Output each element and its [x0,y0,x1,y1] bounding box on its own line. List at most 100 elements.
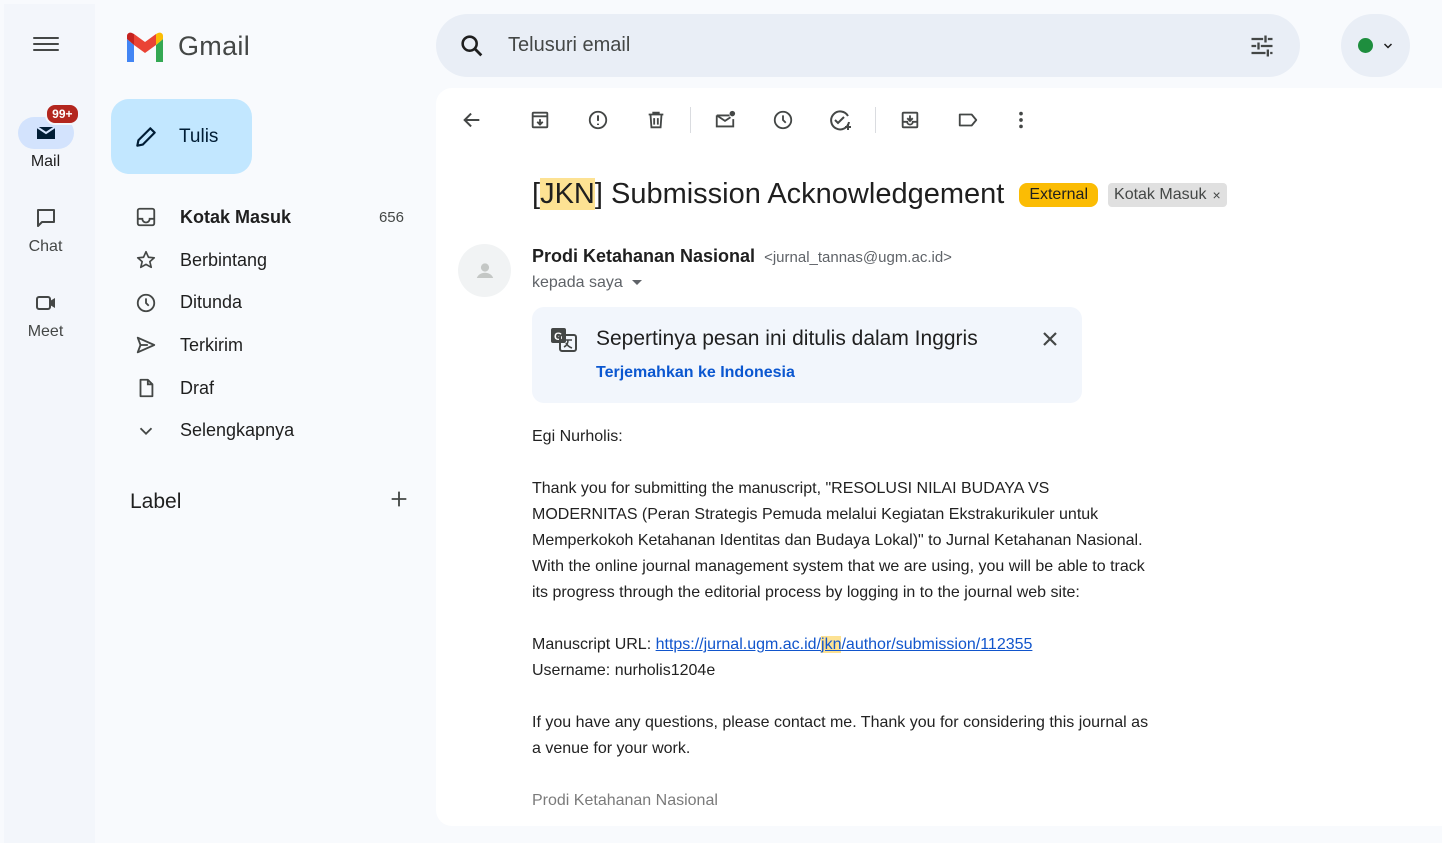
inbox-chip-label: Kotak Masuk [1114,185,1207,203]
snooze-button[interactable] [769,106,797,134]
translate-icon: G [551,328,577,352]
delete-button[interactable] [642,106,670,134]
search-icon[interactable] [458,32,486,60]
search-options-icon[interactable] [1248,32,1276,60]
nav-item-drafts[interactable]: Draf [111,367,421,410]
nav-item-snoozed[interactable]: Ditunda [111,281,421,324]
sender-email: <jurnal_tannas@ugm.ac.id> [764,249,952,266]
chevron-down-icon [134,419,158,443]
status-dot [1357,38,1373,53]
email-signature: Prodi Ketahanan Nasional [532,792,718,809]
trash-icon [648,111,664,129]
chevron-down-icon [1383,42,1392,49]
url-highlight: jkn [821,636,842,653]
url-part: /author/submission/112355 [841,636,1033,653]
toolbar-divider [875,107,876,133]
rail-item-label: Meet [27,323,64,340]
close-icon[interactable] [1038,327,1062,351]
menu-bar [33,49,59,51]
more-options-button[interactable] [1007,106,1035,134]
arrow-left-icon [463,112,480,128]
add-label-button[interactable] [388,488,410,515]
manuscript-info: Manuscript URL: https://jurnal.ugm.ac.id… [532,632,1152,684]
compose-button[interactable]: Tulis [111,99,252,174]
more-vert-icon [1019,111,1023,129]
report-spam-button[interactable] [584,106,612,134]
archive-button[interactable] [526,106,554,134]
remove-label-icon[interactable]: × [1213,187,1221,203]
gmail-wordmark: Gmail [178,30,251,61]
compose-label: Tulis [179,125,219,147]
nav-item-label: Berbintang [180,249,268,270]
rail-chat-pill [18,202,74,234]
caret-down-icon [631,280,642,285]
rail-item-chat[interactable]: Chat [0,202,91,256]
send-icon [134,333,158,357]
nav-item-label: Kotak Masuk [180,206,292,227]
inbox-icon [134,205,158,229]
nav-item-label: Terkirim [180,334,243,355]
recipient-details-toggle[interactable]: kepada saya [532,274,643,292]
rail-item-label: Mail [30,153,61,170]
archive-icon [531,111,549,129]
rail-item-mail[interactable]: 99+ Mail [0,103,91,171]
mark-unread-icon [715,110,736,128]
gmail-logo-icon [127,32,163,62]
subject-text: ] Submission Acknowledgement [594,178,1005,210]
reading-pane: [JKN] Submission Acknowledgement Externa… [436,88,1442,826]
subject-highlight: JKN [540,178,595,210]
nav-item-label: Ditunda [180,292,243,313]
inbox-label-chip[interactable]: Kotak Masuk × [1108,182,1227,207]
star-icon [134,248,158,272]
unread-badge: 99+ [45,103,80,125]
menu-bar [33,37,59,39]
svg-text:G: G [554,331,563,343]
move-to-button[interactable] [896,106,924,134]
email-greeting: Egi Nurholis: [532,428,623,445]
add-to-tasks-button[interactable] [827,106,855,134]
username-line: Username: nurholis1204e [532,662,716,679]
nav-item-more[interactable]: Selengkapnya [111,409,421,452]
toolbar-divider [690,107,691,133]
label-icon [958,113,978,127]
email-subject: [JKN] Submission Acknowledgement [532,178,1004,211]
gmail-logo[interactable]: Gmail [124,30,250,62]
manuscript-link[interactable]: https://jurnal.ugm.ac.id/jkn/author/subm… [656,636,1033,653]
subject-bracket: [ [532,178,541,210]
chat-icon [36,209,55,227]
nav-item-label: Draf [180,377,215,398]
rail-item-label: Chat [28,238,63,255]
email-paragraph: Thank you for submitting the manuscript,… [532,480,1145,601]
rail-item-meet[interactable]: Meet [0,287,91,341]
nav-item-sent[interactable]: Terkirim [111,324,421,367]
nav-item-inbox[interactable]: Kotak Masuk 656 [111,196,421,239]
clock-icon [134,291,158,315]
sender-name[interactable]: Prodi Ketahanan Nasional [532,246,755,266]
status-menu-button[interactable] [1341,14,1410,77]
video-camera-icon [35,296,55,310]
pencil-icon [136,126,156,147]
labels-button[interactable] [954,106,982,134]
rail-meet-pill [18,287,74,319]
sender-avatar[interactable] [458,244,511,297]
nav-item-starred[interactable]: Berbintang [111,239,421,282]
url-label: Manuscript URL: [532,636,656,653]
main-menu-button[interactable] [33,33,59,55]
clock-icon [773,110,793,130]
inbox-count: 656 [378,208,404,226]
search-input[interactable] [508,34,1248,57]
folder-nav: Kotak Masuk 656 Berbintang Ditunda Terki… [111,196,421,452]
external-chip: External [1019,182,1099,207]
report-icon [588,110,608,130]
nav-item-label: Selengkapnya [180,420,295,441]
email-paragraph: If you have any questions, please contac… [532,714,1149,757]
plus-icon [391,491,407,507]
back-button[interactable] [458,106,486,134]
draft-icon [134,376,158,400]
translate-link[interactable]: Terjemahkan ke Indonesia [596,364,795,382]
subject-line: [JKN] Submission Acknowledgement Externa… [532,178,1227,211]
add-task-icon [830,110,851,131]
mark-unread-button[interactable] [711,106,739,134]
recipient-label: kepada saya [532,274,623,291]
person-icon [476,262,493,278]
